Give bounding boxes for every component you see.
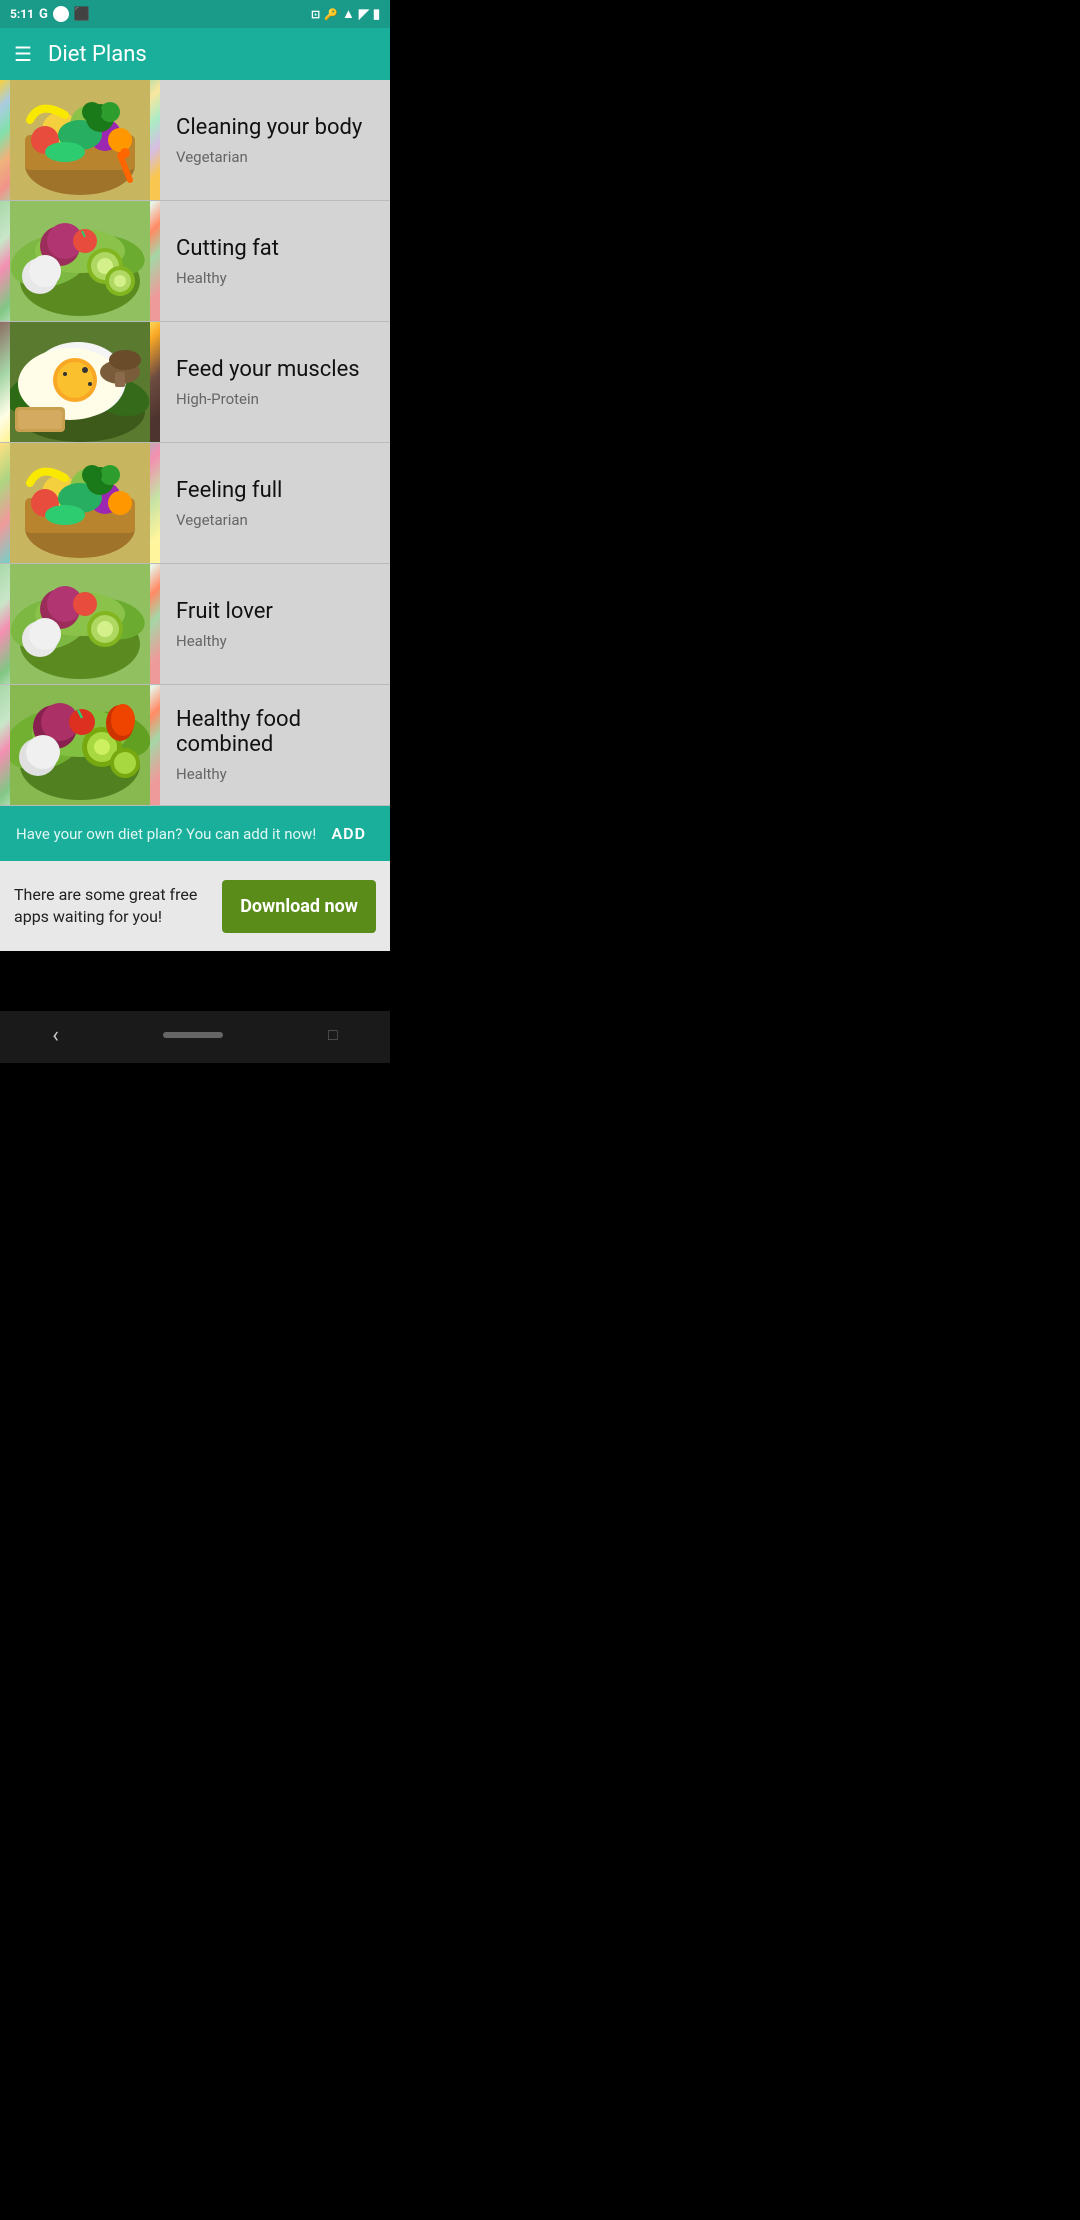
item-name: Fruit lover: [176, 599, 374, 624]
status-left: 5:11 G ⬛: [10, 6, 90, 22]
food-image-veggies: [0, 80, 160, 200]
battery-icon: ▮: [373, 7, 380, 22]
item-thumbnail: [0, 564, 160, 684]
food-image-salad: [0, 201, 160, 321]
circle-icon: [53, 6, 69, 22]
item-category: Vegetarian: [176, 148, 374, 166]
wifi-icon: ▲: [342, 6, 355, 22]
back-button[interactable]: ‹: [52, 1023, 59, 1048]
item-category: Vegetarian: [176, 511, 374, 529]
list-item[interactable]: Cleaning your body Vegetarian: [0, 80, 390, 201]
list-item[interactable]: Cutting fat Healthy: [0, 201, 390, 322]
home-pill[interactable]: [163, 1032, 223, 1038]
add-plan-button[interactable]: Add: [323, 820, 374, 847]
menu-icon[interactable]: ☰: [14, 42, 32, 66]
page-title: Diet Plans: [48, 42, 147, 67]
item-info: Cutting fat Healthy: [160, 201, 390, 321]
food-image-salad2: [0, 564, 160, 684]
list-item[interactable]: Feeling full Vegetarian: [0, 443, 390, 564]
screenshot-icon: ⬛: [74, 7, 90, 22]
add-plan-text: Have your own diet plan? You can add it …: [16, 825, 323, 843]
nav-bar: ‹ □: [0, 1011, 390, 1063]
food-image-salad3: [0, 685, 160, 805]
item-thumbnail: [0, 201, 160, 321]
item-category: Healthy: [176, 765, 374, 783]
list-item[interactable]: Feed your muscles High-Protein: [0, 322, 390, 443]
bottom-spacer: [0, 951, 390, 1011]
item-info: Cleaning your body Vegetarian: [160, 80, 390, 200]
food-image-egg: [0, 322, 160, 442]
item-name: Cutting fat: [176, 236, 374, 261]
item-category: High-Protein: [176, 390, 374, 408]
item-info: Healthy food combined Healthy: [160, 685, 390, 805]
item-info: Feeling full Vegetarian: [160, 443, 390, 563]
item-thumbnail: [0, 685, 160, 805]
status-time: 5:11: [10, 7, 34, 21]
item-name: Healthy food combined: [176, 707, 374, 757]
cast-icon: ⊡: [311, 8, 320, 21]
add-plan-banner: Have your own diet plan? You can add it …: [0, 806, 390, 861]
status-bar: 5:11 G ⬛ ⊡ 🔑 ▲ ◤ ▮: [0, 0, 390, 28]
key-icon: 🔑: [324, 8, 338, 21]
item-name: Feeling full: [176, 478, 374, 503]
item-name: Cleaning your body: [176, 115, 374, 140]
item-category: Healthy: [176, 269, 374, 287]
diet-list: Cleaning your body Vegetarian: [0, 80, 390, 806]
item-category: Healthy: [176, 632, 374, 650]
item-thumbnail: [0, 322, 160, 442]
status-right: ⊡ 🔑 ▲ ◤ ▮: [311, 6, 380, 22]
item-info: Feed your muscles High-Protein: [160, 322, 390, 442]
toolbar: ☰ Diet Plans: [0, 28, 390, 80]
recents-button[interactable]: □: [328, 1025, 338, 1045]
ad-text: There are some great free apps waiting f…: [14, 884, 208, 929]
item-thumbnail: [0, 80, 160, 200]
google-icon: G: [39, 7, 48, 22]
item-info: Fruit lover Healthy: [160, 564, 390, 684]
ad-banner: There are some great free apps waiting f…: [0, 861, 390, 951]
item-name: Feed your muscles: [176, 357, 374, 382]
list-item[interactable]: Healthy food combined Healthy: [0, 685, 390, 806]
item-thumbnail: [0, 443, 160, 563]
signal-icon: ◤: [359, 7, 369, 22]
list-item[interactable]: Fruit lover Healthy: [0, 564, 390, 685]
food-image-fruit: [0, 443, 160, 563]
download-now-button[interactable]: Download now: [222, 880, 376, 933]
